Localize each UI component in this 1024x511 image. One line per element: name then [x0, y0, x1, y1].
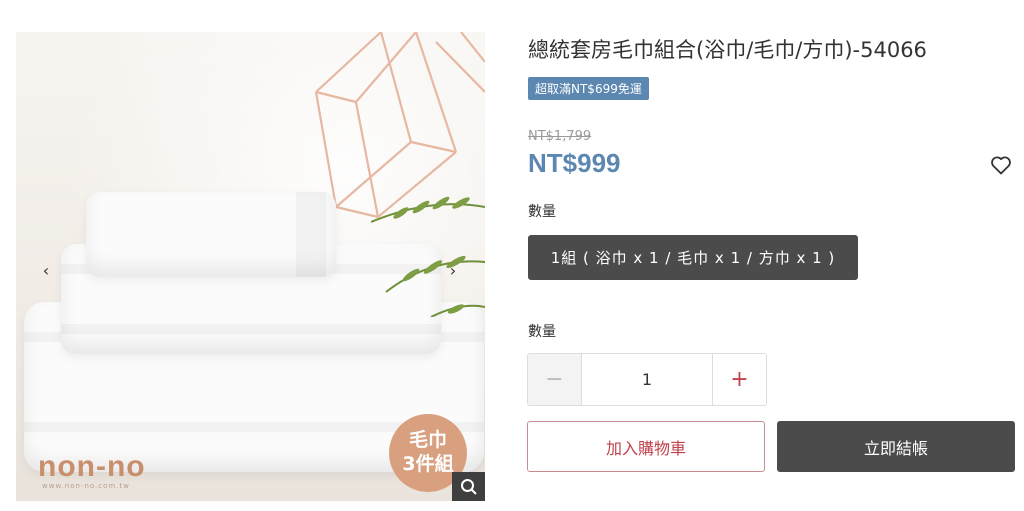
quantity-stepper: − +	[527, 353, 767, 406]
badge-line-1: 毛巾	[408, 429, 447, 451]
fern-leaf-decoration	[371, 196, 485, 317]
brand-url: www.non-no.com.tw	[42, 482, 130, 490]
magnifier-icon	[460, 478, 477, 495]
original-price: NT$1,799	[528, 129, 592, 144]
brand-watermark: non-no www.non-no.com.tw	[38, 450, 146, 491]
variant-label: 數量	[528, 204, 556, 220]
heart-outline-icon	[991, 156, 1011, 175]
brand-logo: non-no	[38, 450, 146, 483]
increase-quantity-button[interactable]: +	[712, 354, 766, 405]
chevron-left-icon: ‹	[42, 260, 50, 280]
chevron-right-icon: ›	[449, 260, 457, 280]
product-title: 總統套房毛巾組合(浴巾/毛巾/方巾)-54066	[528, 38, 927, 62]
wash-cloth	[86, 192, 336, 277]
add-to-cart-button[interactable]: 加入購物車	[527, 421, 765, 472]
variant-option-button[interactable]: 1組 ( 浴巾 x 1 / 毛巾 x 1 / 方巾 x 1 )	[528, 235, 858, 280]
gallery-prev-button[interactable]: ‹	[36, 260, 56, 280]
quantity-label: 數量	[528, 324, 556, 340]
sale-price: NT$999	[528, 148, 621, 178]
quantity-input[interactable]	[582, 354, 712, 405]
product-image-gallery[interactable]: ‹ › non-no www.non-no.com.tw 毛巾 3件組	[16, 32, 485, 501]
favorite-button[interactable]	[989, 153, 1013, 177]
shipping-promo-tag: 超取滿NT$699免運	[528, 77, 649, 100]
zoom-button[interactable]	[452, 472, 485, 501]
decrease-quantity-button[interactable]: −	[528, 354, 582, 405]
checkout-button[interactable]: 立即結帳	[777, 421, 1015, 472]
gallery-next-button[interactable]: ›	[443, 260, 463, 280]
